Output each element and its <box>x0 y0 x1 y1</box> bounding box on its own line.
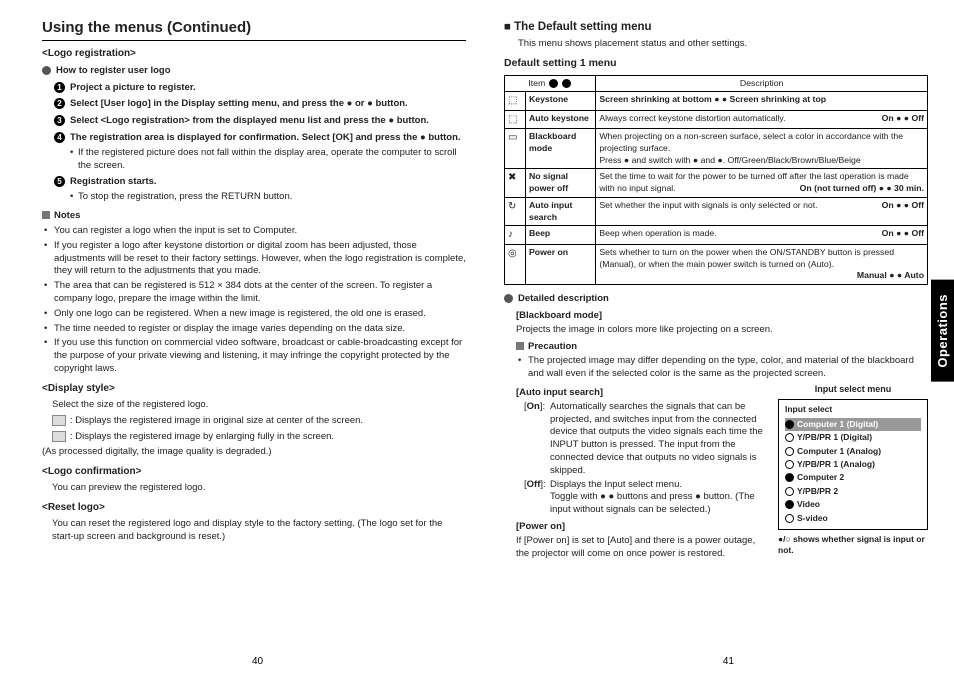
auto-input-on: [On]:Automatically searches the signals … <box>524 401 768 478</box>
power-on-icon: ◎ <box>505 244 526 284</box>
input-select-menu-title: Input select menu <box>778 383 928 395</box>
table-header-item: Item <box>505 75 596 92</box>
blackboard-mode-text: Projects the image in colors more like p… <box>516 324 928 337</box>
row-desc: When projecting on a non-screen surface,… <box>596 129 928 169</box>
note-item: The time needed to register or display t… <box>42 323 466 336</box>
keystone-icon: ⬚ <box>505 92 526 111</box>
reset-logo-desc: You can reset the registered logo and di… <box>52 518 466 544</box>
input-item: Computer 1 (Digital) <box>785 418 921 431</box>
input-item: Y/PB/PR 2 <box>785 485 921 498</box>
row-desc: Screen shrinking at bottom ● ● Screen sh… <box>596 92 928 111</box>
blackboard-mode-label: [Blackboard mode] <box>516 310 928 323</box>
step-5-note: To stop the registration, press the RETU… <box>70 191 466 204</box>
input-select-head: Input select <box>785 404 921 415</box>
default-setting-1-heading: Default setting 1 menu <box>504 56 928 70</box>
display-style-heading: <Display style> <box>42 382 466 396</box>
no-signal-icon: ✖ <box>505 169 526 197</box>
default-setting-menu-heading: The Default setting menu <box>504 20 928 36</box>
row-name: Auto input search <box>526 197 596 225</box>
table-row: ⬚ Auto keystone Always correct keystone … <box>505 110 928 129</box>
left-page: Using the menus (Continued) <Logo regist… <box>42 18 466 563</box>
row-name: Auto keystone <box>526 110 596 129</box>
page-number-right: 41 <box>723 656 734 667</box>
page-title: Using the menus (Continued) <box>42 18 466 41</box>
row-name: Blackboard mode <box>526 129 596 169</box>
note-item: If you register a logo after keystone di… <box>42 240 466 278</box>
display-style-option-center: : Displays the registered image in origi… <box>52 415 466 428</box>
note-item: You can register a logo when the input i… <box>42 225 466 238</box>
step-5: 5Registration starts. <box>54 176 466 189</box>
display-style-note: (As processed digitally, the image quali… <box>42 446 466 459</box>
row-name: No signal power off <box>526 169 596 197</box>
right-page: The Default setting menu This menu shows… <box>504 18 928 563</box>
precaution-text: The projected image may differ depending… <box>516 355 928 381</box>
table-row: ↻ Auto input search Set whether the inpu… <box>505 197 928 225</box>
step-4: 4The registration area is displayed for … <box>54 132 466 145</box>
auto-input-off: [Off]:Displays the Input select menu. To… <box>524 479 768 517</box>
row-name: Beep <box>526 226 596 245</box>
auto-keystone-icon: ⬚ <box>505 110 526 129</box>
row-desc: Beep when operation is made.On ● ● Off <box>596 226 928 245</box>
power-on-text: If [Power on] is set to [Auto] and there… <box>516 535 768 561</box>
step-3: 3Select <Logo registration> from the dis… <box>54 115 466 128</box>
logo-registration-heading: <Logo registration> <box>42 47 466 61</box>
default-setting-table: Item Description ⬚ Keystone Screen shrin… <box>504 75 928 286</box>
input-item: S-video <box>785 512 921 525</box>
logo-confirmation-heading: <Logo confirmation> <box>42 465 466 479</box>
table-header-desc: Description <box>596 75 928 92</box>
reset-logo-heading: <Reset logo> <box>42 501 466 515</box>
table-row: ♪ Beep Beep when operation is made.On ● … <box>505 226 928 245</box>
table-row: ✖ No signal power off Set the time to wa… <box>505 169 928 197</box>
power-on-label: [Power on] <box>516 521 768 534</box>
note-item: The area that can be registered is 512 ×… <box>42 280 466 306</box>
page-number-left: 40 <box>252 656 263 667</box>
table-row: ⬚ Keystone Screen shrinking at bottom ● … <box>505 92 928 111</box>
row-name: Power on <box>526 244 596 284</box>
precaution-heading: Precaution <box>516 341 928 354</box>
row-desc: Always correct keystone distortion autom… <box>596 110 928 129</box>
display-style-option-full: : Displays the registered image by enlar… <box>52 431 466 444</box>
step-2: 2Select [User logo] in the Display setti… <box>54 98 466 111</box>
step-4-note: If the registered picture does not fall … <box>70 147 466 173</box>
row-desc: Set the time to wait for the power to be… <box>596 169 928 197</box>
logo-confirmation-desc: You can preview the registered logo. <box>52 482 466 495</box>
display-style-desc: Select the size of the registered logo. <box>52 399 466 412</box>
input-item: Y/PB/PR 1 (Analog) <box>785 458 921 471</box>
row-name: Keystone <box>526 92 596 111</box>
beep-icon: ♪ <box>505 226 526 245</box>
detailed-description-heading: Detailed description <box>504 293 928 306</box>
auto-input-icon: ↻ <box>505 197 526 225</box>
input-select-box: Input select Computer 1 (Digital) Y/PB/P… <box>778 399 928 530</box>
notes-heading: Notes <box>42 210 466 223</box>
blackboard-icon: ▭ <box>505 129 526 169</box>
row-desc: Set whether the input with signals is on… <box>596 197 928 225</box>
input-item: Computer 1 (Analog) <box>785 445 921 458</box>
input-item: Computer 2 <box>785 471 921 484</box>
note-item: Only one logo can be registered. When a … <box>42 308 466 321</box>
row-desc: Sets whether to turn on the power when t… <box>596 244 928 284</box>
default-setting-menu-desc: This menu shows placement status and oth… <box>518 38 928 51</box>
input-item: Y/PB/PR 1 (Digital) <box>785 431 921 444</box>
step-1: 1Project a picture to register. <box>54 82 466 95</box>
table-row: ◎ Power on Sets whether to turn on the p… <box>505 244 928 284</box>
input-select-note: ●/○ shows whether signal is input or not… <box>778 534 928 556</box>
table-row: ▭ Blackboard mode When projecting on a n… <box>505 129 928 169</box>
auto-input-search-label: [Auto input search] <box>516 387 768 400</box>
side-tab-operations: Operations <box>931 280 954 382</box>
input-item: Video <box>785 498 921 511</box>
note-item: If you use this function on commercial v… <box>42 337 466 375</box>
how-to-register-heading: How to register user logo <box>42 65 466 78</box>
